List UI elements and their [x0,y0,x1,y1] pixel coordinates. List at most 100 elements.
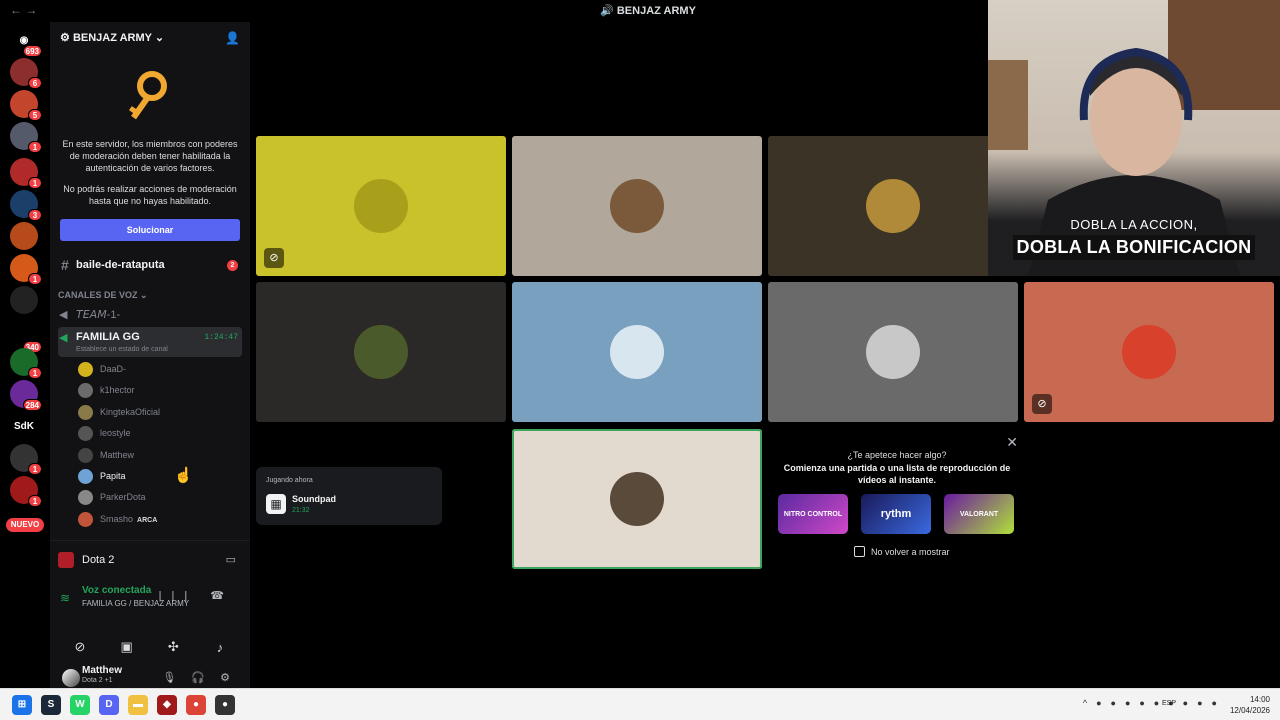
promo-banner: DOBLA LA ACCION, DOBLA LA BONIFICACION [988,217,1280,267]
game-controller-icon: ▦ [266,494,286,514]
member-name: leostyle [100,428,131,439]
avatar [610,472,664,526]
server-icon-12[interactable]: 1 [10,444,42,475]
discord-icon[interactable]: D [99,695,119,715]
dont-show-again[interactable]: No volver a mostrar [854,546,950,557]
voice-member[interactable]: k1hector [78,381,242,400]
avatar [78,383,93,399]
invite-people-icon[interactable]: 👤 [225,31,240,45]
voice-channel-team[interactable]: ◀ 𝘛𝘌𝘈𝘔-1- [58,308,242,321]
server-icon-4[interactable]: 1 [10,158,42,189]
server-icon-6[interactable] [10,222,38,250]
voice-member[interactable]: Papita [78,467,242,486]
discord-home-icon[interactable]: ◉ 693 [10,26,42,57]
activity-prompt: ✕ ¿Te apetece hacer algo? Comienza una p… [774,432,1020,562]
activity-icon[interactable]: ▭ [226,549,236,571]
voice-member[interactable]: Smasho ARCA [78,510,242,529]
gear-icon[interactable]: ⚙ [220,672,236,684]
server-icon-5[interactable]: 3 [10,190,42,221]
activity-question: ¿Te apetece hacer algo? [847,450,947,460]
avatar [78,362,93,377]
headphones-icon[interactable]: 🎧 [191,672,211,684]
windows-start-icon[interactable]: ⊞ [12,695,32,715]
avatar [78,490,93,506]
dota-taskbar-icon[interactable]: ◆ [157,695,177,715]
playing-header: Jugando ahora [266,477,313,484]
server-icon-10[interactable]: 1 [10,348,42,379]
now-playing-card[interactable]: Jugando ahora ▦ Soundpad 21:32 [256,467,442,525]
avatar [78,447,93,463]
voice-member[interactable]: DaaD- [78,360,242,379]
server-icon-3[interactable]: 1 [10,122,42,153]
avatar [62,669,80,687]
member-name: DaaD- [100,364,127,374]
mfa-text-1: En este servidor, los miembros con poder… [62,139,238,173]
voice-member[interactable]: leostyle [78,424,242,443]
chrome-icon[interactable]: ● [186,695,206,715]
server-icon-11[interactable]: 284 [10,380,42,411]
clock[interactable]: 14:00 12/04/2026 [1230,694,1270,716]
checkbox[interactable] [854,546,865,557]
avatar [610,179,664,233]
fix-button[interactable]: Solucionar [60,219,240,241]
activity-app[interactable]: rythm [861,494,931,534]
game-name: Dota 2 [82,554,115,566]
steam-icon[interactable]: S [41,695,61,715]
channel-baile-de-rataputa[interactable]: # baile-de-rataputa 2 [58,255,242,275]
voice-member[interactable]: KingtekaOficial [78,403,242,422]
participant-tile[interactable] [512,282,762,422]
language-indicator[interactable]: ESP [1162,700,1176,707]
muted-icon: ⊘ [264,248,284,268]
new-badge[interactable]: NUEVO [6,518,44,532]
clock-time: 14:00 [1249,695,1270,704]
avatar [866,325,920,379]
participant-tile[interactable] [512,136,762,276]
noise-icon[interactable]: ||| [159,590,198,602]
avatar [1122,325,1176,379]
camera-off-button[interactable]: ⊘ [58,635,102,659]
disconnect-icon[interactable]: ☎ [210,590,234,602]
close-icon[interactable]: ✕ [1006,434,1018,451]
voice-member[interactable]: ParkerDota [78,488,242,507]
server-icon-1[interactable]: 6 [10,58,42,89]
member-name: ParkerDota [100,492,146,503]
activity-app[interactable]: VALORANT [944,494,1014,534]
screen-share-button[interactable]: ▣ [105,635,149,659]
whatsapp-icon[interactable]: W [70,695,90,715]
server-icon-8[interactable] [10,286,38,314]
activities-button[interactable]: ✣ [151,635,195,659]
participant-tile[interactable] [256,282,506,422]
mic-icon[interactable]: 🎙 [162,672,182,684]
participant-tile[interactable]: ⊘ [1024,282,1274,422]
chevron-down-icon: ⌄ [154,32,165,44]
activity-app[interactable]: NITRO CONTROL [778,494,848,534]
participant-tile[interactable]: ⊘ [256,136,506,276]
voice-category[interactable]: CANALES DE VOZ ⌄ [58,290,148,301]
activity-apps: NITRO CONTROL rythm VALORANT [778,494,1014,534]
system-tray[interactable]: ^●●●●●●●●● [1083,698,1226,708]
server-icon-sdk[interactable]: SdK [10,412,38,440]
participant-tile[interactable] [768,282,1018,422]
key-icon [129,71,167,120]
channel-sidebar: ⚙ BENJAZ ARMY ⌄ 👤 En este servidor, los … [50,22,250,688]
channel-status-hint[interactable]: Establece un estado de canal [76,346,242,353]
participant-tile[interactable] [768,136,1018,276]
server-icon-9[interactable]: 340 [10,322,42,353]
member-name: Smasho [100,513,134,524]
server-header[interactable]: ⚙ BENJAZ ARMY ⌄ 👤 [50,22,250,54]
clock-date: 12/04/2026 [1229,706,1270,715]
signal-icon[interactable]: ≋ [60,591,70,605]
server-icon-13[interactable]: 1 [10,476,42,507]
avatar [78,469,93,484]
voice-channel-familia-gg[interactable]: ◀ FAMILIA GG 1:24:47 Establece un estado… [58,327,242,357]
file-explorer-icon[interactable]: ▬ [128,695,148,715]
activity-description: Comienza una partida o una lista de repr… [783,463,1011,485]
voice-member[interactable]: Matthew [78,446,242,465]
soundboard-button[interactable]: ♪ [198,635,242,659]
server-icon-7[interactable]: 1 [10,254,42,285]
participant-tile[interactable] [512,429,762,569]
muted-icon: ⊘ [1032,394,1052,414]
server-icon-2[interactable]: 5 [10,90,42,121]
current-game[interactable]: Dota 2 ▭ [58,549,242,571]
app-icon[interactable]: ● [215,695,235,715]
